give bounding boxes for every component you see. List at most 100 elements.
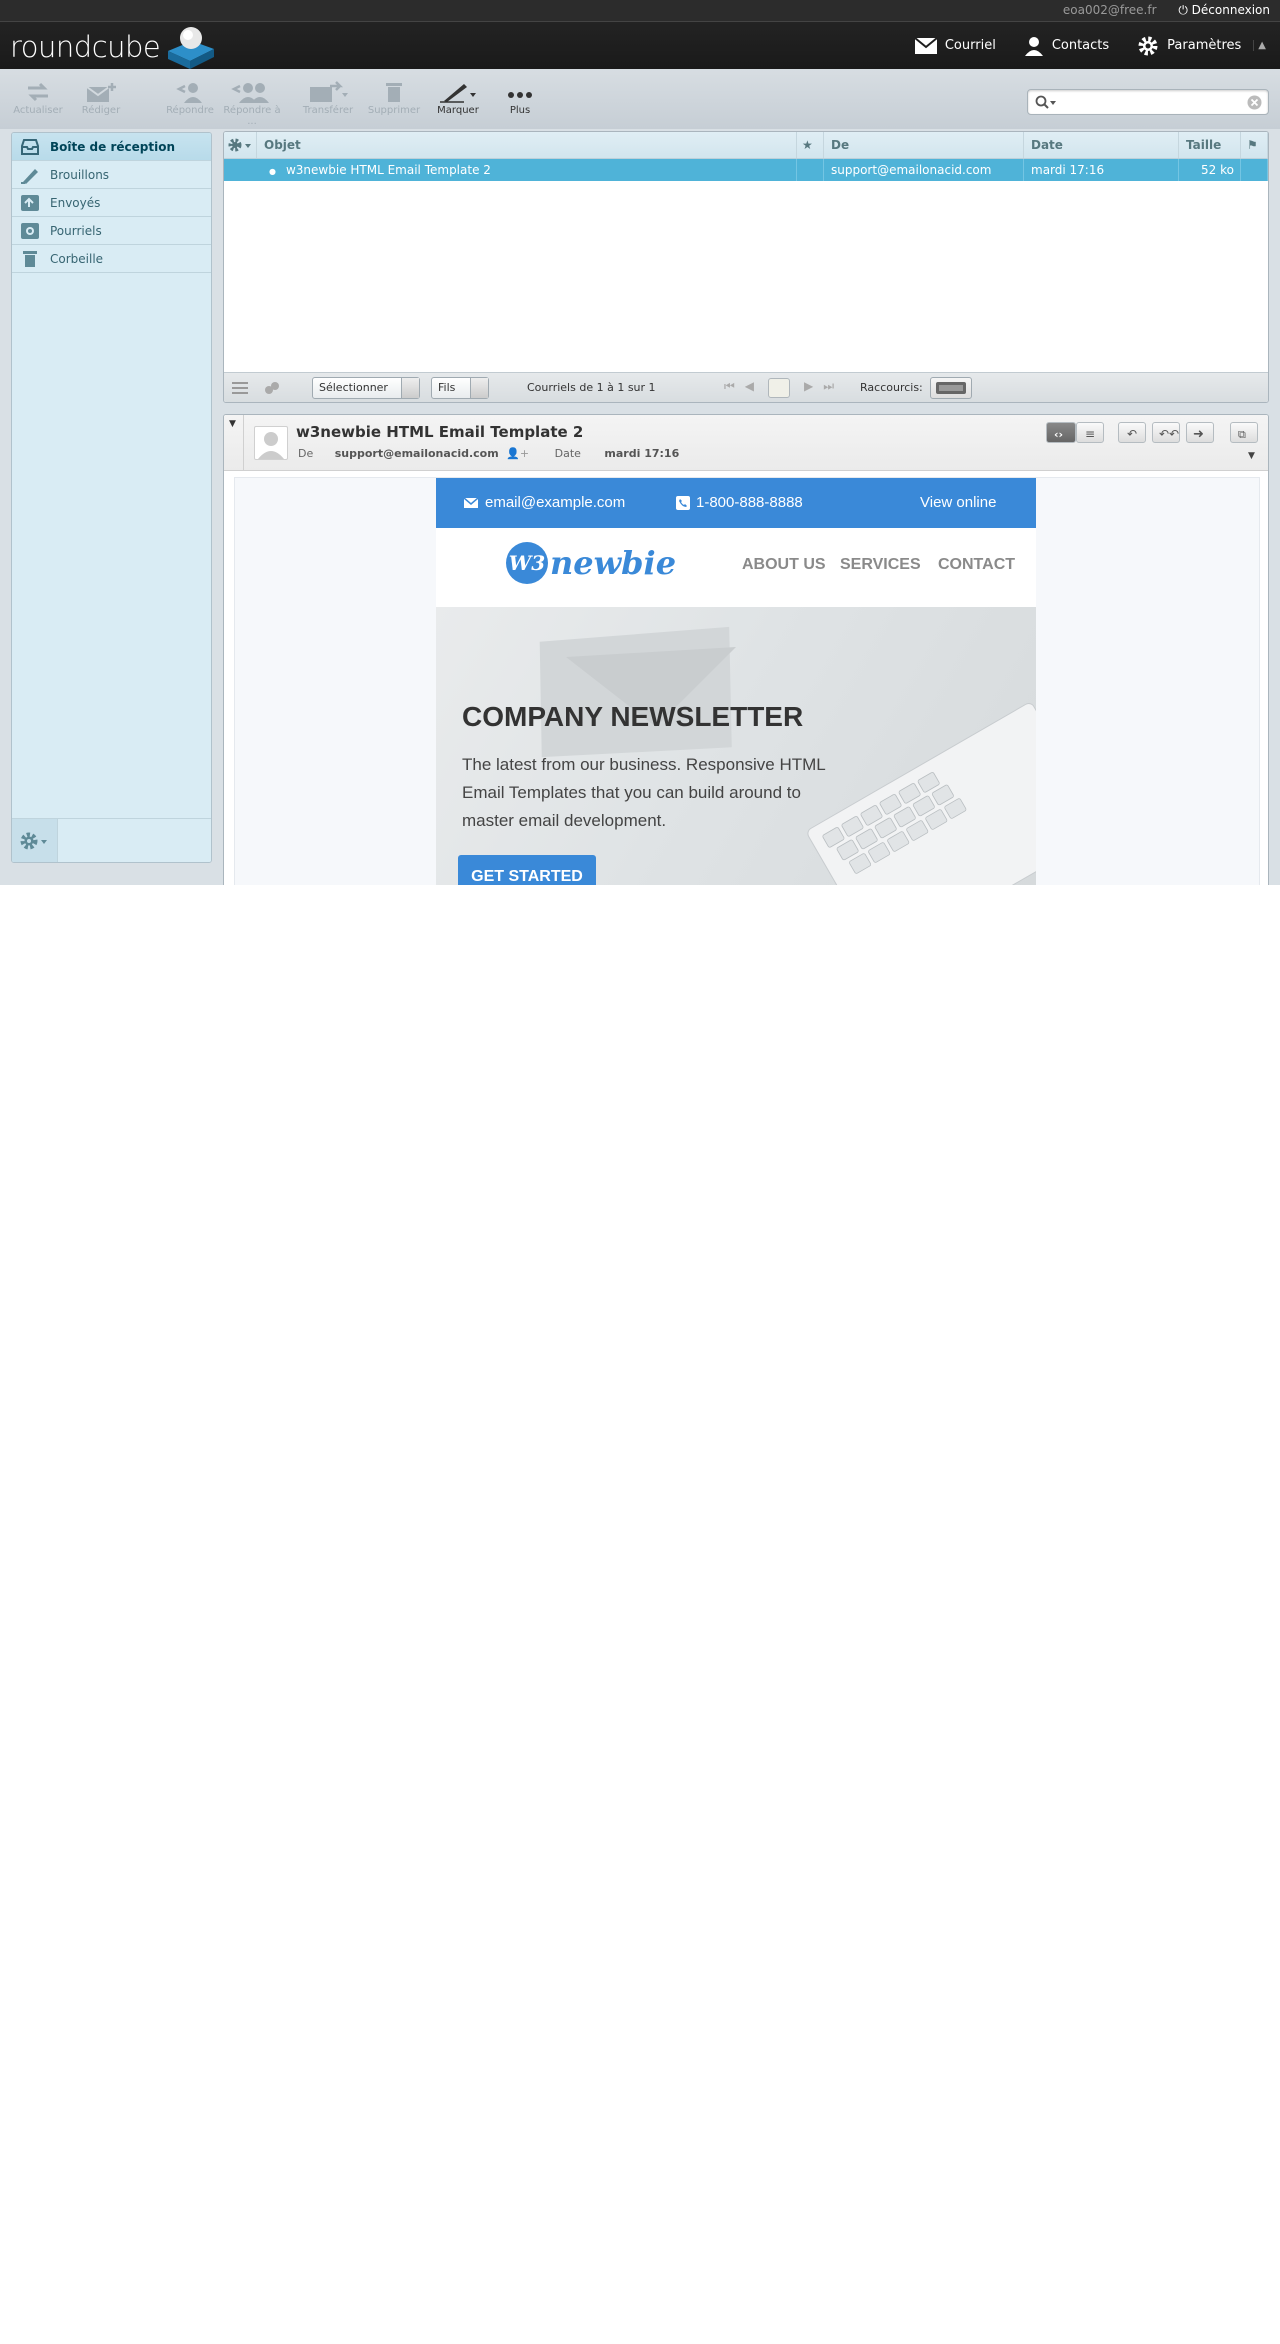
clear-search-icon[interactable] [1247, 95, 1262, 110]
reply-small-button[interactable]: ↶ [1118, 422, 1146, 443]
row-subject: ● w3newbie HTML Email Template 2 [257, 159, 797, 181]
column-from[interactable]: De [824, 132, 1024, 158]
search-box[interactable] [1027, 89, 1269, 115]
view-online-link[interactable]: View online [920, 478, 996, 528]
logout-link[interactable]: ⏻ Déconnexion [1178, 3, 1270, 17]
email-nav-about[interactable]: ABOUT US [742, 556, 826, 574]
nav-mail[interactable]: Courriel [914, 37, 996, 54]
logo-text: roundcube [10, 30, 161, 64]
list-view-icon[interactable] [232, 381, 248, 395]
message-list: Objet ★ De Date Taille ⚑ 🔗 ● w3newbie HTM… [223, 131, 1269, 403]
folder-inbox[interactable]: Boîte de réception [12, 133, 211, 161]
column-date[interactable]: Date [1024, 132, 1179, 158]
column-size[interactable]: Taille [1179, 132, 1241, 158]
email-nav-services[interactable]: SERVICES [840, 556, 921, 574]
gear-icon [20, 832, 47, 850]
folder-sent[interactable]: Envoyés [12, 189, 211, 217]
star-icon: ★ [802, 138, 813, 152]
forward-arrow-icon: ➜ [1193, 427, 1204, 442]
logo[interactable]: roundcube [10, 25, 216, 69]
reply-all-arrow-icon: ↶↶ [1159, 427, 1180, 441]
forward-small-button[interactable]: ➜ [1186, 422, 1214, 443]
search-input[interactable] [1058, 93, 1238, 111]
folder-drafts[interactable]: Brouillons [12, 161, 211, 189]
select-dropdown[interactable]: Sélectionner [312, 377, 420, 399]
folder-drafts-label: Brouillons [50, 167, 110, 182]
folder-junk[interactable]: Pourriels [12, 217, 211, 245]
compose-button[interactable]: Rédiger [73, 81, 129, 116]
preview-header: ▼ w3newbie HTML Email Template 2 De supp… [224, 415, 1268, 471]
hero-title: COMPANY NEWSLETTER [462, 701, 804, 732]
email-contact[interactable]: email@example.com [464, 478, 625, 528]
trash-icon [23, 250, 37, 267]
delete-button[interactable]: Supprimer [366, 81, 422, 116]
pagination-next-icons[interactable]: ▶⏭ [804, 379, 844, 394]
open-window-button[interactable]: ⧉ [1230, 422, 1258, 443]
row-from: support@emailonacid.com [824, 159, 1024, 181]
email-top-bar: email@example.com 1-800-888-8888 View on… [436, 478, 1036, 528]
get-started-button[interactable]: GET STARTED [458, 855, 596, 885]
date-label: Date [554, 447, 581, 460]
shortcuts-button[interactable] [930, 377, 972, 399]
page-input[interactable] [768, 378, 790, 398]
table-row[interactable]: ● w3newbie HTML Email Template 2 support@… [224, 159, 1268, 181]
threads-arrow-icon [470, 378, 488, 398]
threads-label: Fils [438, 381, 456, 394]
search-icon[interactable] [1035, 95, 1057, 109]
row-size: 52 ko [1179, 159, 1241, 181]
plain-view-button[interactable]: ≡ [1076, 422, 1104, 443]
code-icon: ‹› [1054, 428, 1064, 441]
reply-all-icon [231, 83, 269, 103]
pagination-icons[interactable]: ⏮◀ [724, 379, 764, 394]
date-value: mardi 17:16 [604, 447, 680, 460]
email-hero: COMPANY NEWSLETTER The latest from our b… [436, 607, 1036, 885]
column-flag[interactable]: ⚑ [1241, 132, 1268, 158]
row-star[interactable] [797, 159, 824, 181]
from-label: De [298, 447, 314, 460]
nav-contacts[interactable]: Contacts [1024, 36, 1109, 56]
hero-text: The latest from our business. Responsive… [462, 755, 826, 830]
junk-icon [21, 222, 39, 239]
logo-box-icon [164, 25, 216, 69]
folder-options-button[interactable] [12, 819, 58, 862]
threads-icon[interactable] [264, 381, 280, 395]
column-subject[interactable]: Objet [257, 132, 797, 158]
reply-all-small-button[interactable]: ↶↶ [1152, 422, 1180, 443]
from-address[interactable]: support@emailonacid.com [335, 447, 499, 460]
column-flag-star[interactable]: ★ [797, 132, 824, 158]
forward-button[interactable]: Transférer [300, 81, 356, 116]
html-view-button[interactable]: ‹› [1046, 422, 1076, 443]
threads-dropdown[interactable]: Fils [431, 377, 489, 399]
reply-all-button[interactable]: Répondre à ... [218, 81, 286, 127]
hero-background-image [539, 626, 1036, 885]
reply-button[interactable]: Répondre [162, 81, 218, 116]
add-contact-icon[interactable]: 👤+ [506, 447, 529, 460]
refresh-button[interactable]: Actualiser [10, 81, 66, 116]
reply-arrow-icon: ↶ [1127, 427, 1138, 441]
folder-trash[interactable]: Corbeille [12, 245, 211, 273]
message-list-header: Objet ★ De Date Taille ⚑ 🔗 [224, 132, 1268, 159]
flag-icon: ⚑ [1247, 138, 1258, 152]
username: eoa002@free.fr [1062, 3, 1157, 17]
more-headers-icon[interactable]: ▼ [1248, 451, 1255, 461]
minimize-header-icon[interactable]: ▲ [1253, 40, 1266, 51]
person-icon [258, 432, 284, 459]
lines-icon: ≡ [1085, 427, 1096, 441]
more-button[interactable]: Plus [492, 81, 548, 116]
nav-mail-label: Courriel [944, 38, 996, 53]
email-nav-contact[interactable]: CONTACT [938, 556, 1015, 574]
preview-meta: De support@emailonacid.com 👤+ Date mardi… [298, 447, 679, 460]
mark-button[interactable]: Marquer [430, 81, 486, 116]
w3newbie-logo[interactable]: W3 newbie [506, 542, 676, 584]
logo-wordmark: newbie [550, 544, 677, 582]
list-options-button[interactable] [224, 132, 257, 158]
nav-settings[interactable]: Paramètres [1137, 35, 1241, 57]
folder-options-bar [12, 818, 211, 862]
row-date: mardi 17:16 [1024, 159, 1179, 181]
more-dots-icon [508, 92, 532, 98]
column-attachment[interactable]: 🔗 [1268, 132, 1269, 158]
row-flag[interactable] [1241, 159, 1268, 181]
toggle-header-button[interactable]: ▼ [224, 415, 244, 471]
email-phone[interactable]: 1-800-888-8888 [676, 478, 803, 528]
mark-pen-icon [440, 84, 476, 103]
